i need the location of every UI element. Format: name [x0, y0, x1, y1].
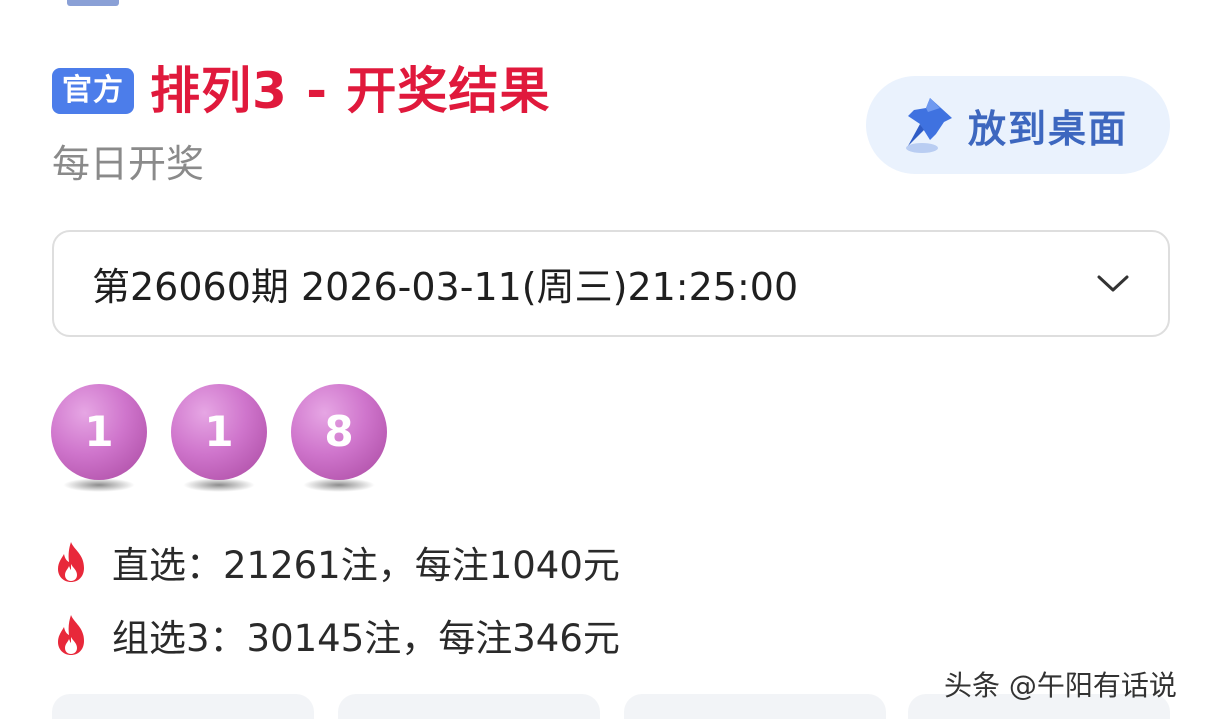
ball-shadow: [183, 478, 255, 492]
prize-group3-text: 组选3：30145注，每注346元: [112, 617, 620, 660]
number-ball-1: 1: [51, 384, 147, 494]
draw-frequency: 每日开奖: [52, 142, 205, 186]
fire-icon: [58, 615, 84, 655]
prize-group3: 组选3：30145注，每注346元: [52, 608, 620, 662]
ball-number: 1: [51, 384, 147, 480]
ball-number: 8: [291, 384, 387, 480]
add-to-desktop-label: 放到桌面: [968, 106, 1129, 151]
pushpin-icon: [906, 98, 952, 153]
winning-numbers: 1 1 8: [51, 384, 411, 494]
fire-icon: [58, 542, 84, 582]
draw-period-select[interactable]: 第26060期 2026-03-11(周三)21:25:00: [52, 230, 1170, 337]
ball-number: 1: [171, 384, 267, 480]
result-header: 官方 排列3 - 开奖结果: [52, 62, 550, 120]
number-ball-2: 1: [171, 384, 267, 494]
chevron-down-icon: [1097, 275, 1129, 291]
page-title: 排列3 - 开奖结果: [150, 62, 551, 120]
prize-direct-text: 直选：21261注，每注1040元: [112, 544, 620, 587]
lottery-result-page: 官方 排列3 - 开奖结果 每日开奖 放到桌面 第26060期 2026-03-…: [0, 0, 1220, 719]
bottom-card[interactable]: [624, 694, 886, 719]
bottom-card[interactable]: [338, 694, 600, 719]
ball-shadow: [63, 478, 135, 492]
number-ball-3: 8: [291, 384, 387, 494]
bottom-card[interactable]: [52, 694, 314, 719]
selected-period: 第26060期 2026-03-11(周三)21:25:00: [92, 265, 799, 309]
watermark: 头条 @午阳有话说: [944, 669, 1177, 702]
tab-indicator: [67, 0, 119, 6]
ball-shadow: [303, 478, 375, 492]
prize-direct: 直选：21261注，每注1040元: [52, 535, 620, 589]
add-to-desktop-button[interactable]: 放到桌面: [866, 76, 1170, 174]
official-badge: 官方: [52, 68, 134, 114]
